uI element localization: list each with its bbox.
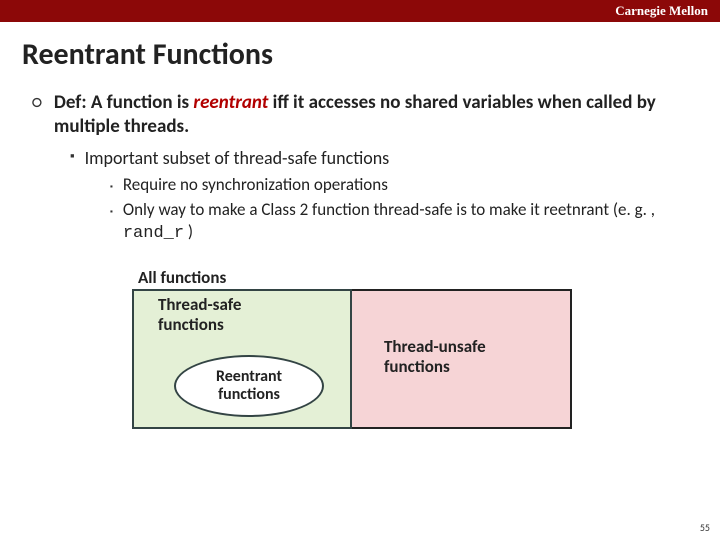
bullet-square-small-icon: ▪ [110, 202, 113, 245]
sub2b-pre: Only way to make a Class 2 function thre… [123, 199, 655, 220]
sub2a-text: Require no synchronization operations [123, 174, 388, 197]
thread-safe-label: Thread-safefunctions [158, 295, 241, 334]
sub1-row: ▪ Important subset of thread-safe functi… [70, 147, 700, 170]
venn-diagram: All functions Thread-safefunctions Threa… [132, 267, 572, 432]
page-number: 55 [700, 521, 710, 534]
definition-row: ○ Def: A function is reentrant iff it ac… [32, 91, 700, 139]
sub2b-text: Only way to make a Class 2 function thre… [123, 199, 700, 245]
sub2a-row: ▪ Require no synchronization operations [110, 174, 700, 197]
def-prefix: Def: A function is [54, 91, 194, 114]
def-keyword: reentrant [193, 91, 268, 114]
thread-unsafe-label: Thread-unsafefunctions [384, 337, 486, 376]
bullet-square-icon: ▪ [70, 147, 75, 170]
bullet-square-small-icon: ▪ [110, 177, 113, 197]
sub2b-post: ) [184, 221, 193, 242]
sub1-text: Important subset of thread-safe function… [85, 147, 390, 170]
content-area: ○ Def: A function is reentrant iff it ac… [32, 91, 700, 432]
slide-title: Reentrant Functions [22, 36, 720, 73]
institution-label: Carnegie Mellon [615, 3, 708, 18]
reentrant-label: Reentrantfunctions [216, 368, 282, 403]
definition-text: Def: A function is reentrant iff it acce… [54, 91, 700, 139]
bullet-circle-icon: ○ [32, 91, 42, 139]
all-functions-label: All functions [138, 267, 226, 288]
reentrant-ellipse: Reentrantfunctions [174, 355, 324, 417]
header-bar: Carnegie Mellon [0, 0, 720, 22]
sub2b-row: ▪ Only way to make a Class 2 function th… [110, 199, 700, 245]
sub2b-code: rand_r [123, 224, 184, 243]
